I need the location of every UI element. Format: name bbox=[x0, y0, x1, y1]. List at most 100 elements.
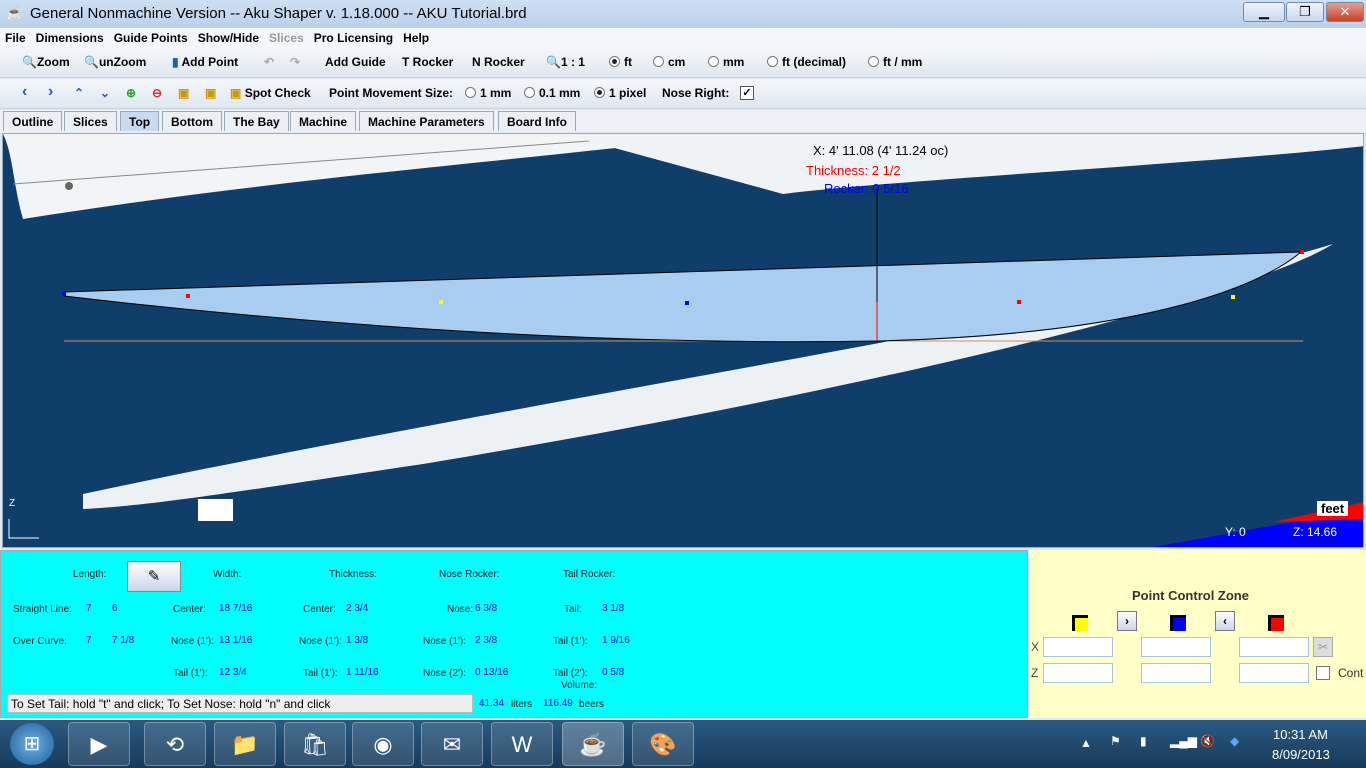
move-up-icon[interactable]: ⌃ bbox=[74, 86, 84, 100]
unit-ft-radio[interactable]: ft bbox=[609, 55, 632, 69]
scale-button[interactable]: 🔍1 : 1 bbox=[546, 55, 585, 69]
thickness-tail-value: 1 11/16 bbox=[346, 667, 379, 678]
thickness-tail-label: Tail (1'): bbox=[303, 668, 338, 679]
straight-line-ft: 7 bbox=[86, 603, 92, 614]
axis-indicator bbox=[8, 519, 39, 539]
explorer-icon[interactable]: 📁 bbox=[214, 722, 276, 766]
tab-board-info[interactable]: Board Info bbox=[498, 111, 576, 131]
move-down-icon[interactable]: ⌄ bbox=[100, 86, 110, 100]
unit-cm-radio[interactable]: cm bbox=[653, 55, 685, 69]
previous-point-button[interactable]: ‹ bbox=[1215, 611, 1235, 631]
width-label: Width: bbox=[213, 569, 242, 580]
spot-check-button[interactable]: ▣ Spot Check bbox=[230, 86, 311, 100]
axis-z-label: Z bbox=[9, 498, 16, 509]
store-icon[interactable]: 🛍 bbox=[284, 722, 346, 766]
pms-1mm-radio[interactable]: 1 mm bbox=[465, 86, 511, 100]
over-curve-label: Over Curve: bbox=[13, 636, 67, 647]
java-icon: ☕ bbox=[6, 5, 24, 21]
tail-rocker-2ft-value: 0 5/8 bbox=[602, 667, 625, 678]
unit-mm-radio[interactable]: mm bbox=[708, 55, 744, 69]
menu-help[interactable]: Help bbox=[398, 28, 434, 48]
move-left-icon[interactable]: ‹ bbox=[22, 83, 27, 101]
tab-machine-parameters[interactable]: Machine Parameters bbox=[359, 111, 494, 131]
nose-rocker-2ft-value: 0 13/16 bbox=[475, 667, 509, 678]
tab-outline[interactable]: Outline bbox=[3, 111, 63, 131]
add-point-button[interactable]: ▮ Add Point bbox=[172, 55, 238, 69]
fit-height-icon[interactable]: ▣ bbox=[205, 86, 216, 100]
word-icon[interactable]: W bbox=[491, 722, 553, 766]
fit-width-icon[interactable]: ▣ bbox=[178, 86, 189, 100]
menu-file[interactable]: File bbox=[0, 28, 31, 48]
menu-guide-points[interactable]: Guide Points bbox=[109, 28, 193, 48]
y-readout: Y: 0 bbox=[1225, 525, 1246, 539]
zoom-button[interactable]: 🔍Zoom bbox=[22, 55, 70, 69]
show-hidden-icons[interactable]: ▲ bbox=[1080, 736, 1092, 750]
blue-x-input[interactable] bbox=[1141, 637, 1211, 657]
paint-icon[interactable]: 🎨 bbox=[632, 722, 694, 766]
units-label: feet bbox=[1317, 501, 1349, 516]
menu-slices[interactable]: Slices bbox=[264, 28, 309, 48]
undo-button[interactable]: ↶ bbox=[264, 55, 274, 69]
tab-the-bay[interactable]: The Bay bbox=[224, 111, 289, 131]
nose-right-label: Nose Right: bbox=[662, 86, 730, 100]
unzoom-button[interactable]: 🔍unZoom bbox=[84, 55, 146, 69]
menu-show-hide[interactable]: Show/Hide bbox=[193, 28, 264, 48]
power-icon[interactable]: ▮ bbox=[1140, 734, 1147, 748]
background-board-rail bbox=[563, 134, 1363, 194]
over-curve-ft: 7 bbox=[86, 635, 92, 646]
minimize-button[interactable]: ▁ bbox=[1243, 2, 1285, 22]
restore-button[interactable]: ❐ bbox=[1286, 2, 1324, 22]
outlook-icon[interactable]: ✉ bbox=[421, 722, 483, 766]
menu-pro-licensing[interactable]: Pro Licensing bbox=[309, 28, 398, 48]
redo-button[interactable]: ↷ bbox=[290, 55, 300, 69]
red-x-input[interactable] bbox=[1239, 637, 1309, 657]
sync-icon[interactable]: ⟲ bbox=[144, 722, 206, 766]
nose-right-checkbox[interactable]: ✓ bbox=[740, 86, 754, 100]
yellow-x-input[interactable] bbox=[1043, 637, 1113, 657]
width-tail-label: Tail (1'): bbox=[173, 668, 208, 679]
add-guide-button[interactable]: Add Guide bbox=[325, 55, 386, 69]
taskbar: ⊞ ▶ ⟲ 📁 🛍 ◉ ✉ W ☕ 🎨 ▲ ⚑ ▮ ▂▄▆ 🔇 ◆ 10:31 … bbox=[0, 720, 1366, 768]
length-label: Length: bbox=[73, 569, 107, 580]
ruler-magnifier-icon: 🔍 bbox=[546, 55, 561, 69]
tab-top[interactable]: Top bbox=[120, 111, 160, 131]
beers-label: beers bbox=[579, 699, 605, 710]
volume-liters-value: 41.34 bbox=[479, 698, 505, 709]
zoom-in-icon[interactable]: ⊕ bbox=[126, 86, 136, 100]
clock-time[interactable]: 10:31 AM bbox=[1273, 727, 1328, 742]
yellow-z-input[interactable] bbox=[1043, 663, 1113, 683]
action-center-icon[interactable]: ⚑ bbox=[1110, 734, 1121, 748]
tab-bottom[interactable]: Bottom bbox=[162, 111, 222, 131]
tail-rocker-2ft-label: Tail (2'): bbox=[553, 668, 588, 679]
red-z-input[interactable] bbox=[1239, 663, 1309, 683]
pms-1pixel-radio[interactable]: 1 pixel bbox=[594, 86, 646, 100]
volume-muted-icon[interactable]: 🔇 bbox=[1200, 734, 1215, 748]
media-player-icon[interactable]: ▶ bbox=[68, 722, 130, 766]
tab-machine[interactable]: Machine bbox=[290, 111, 357, 131]
n-rocker-button[interactable]: N Rocker bbox=[472, 55, 525, 69]
unit-ft-mm-radio[interactable]: ft / mm bbox=[868, 55, 922, 69]
add-point-icon: ▮ bbox=[172, 55, 179, 69]
tail-rocker-label: Tail Rocker: bbox=[563, 569, 616, 580]
clock-date[interactable]: 8/09/2013 bbox=[1272, 747, 1330, 762]
zoom-out-icon[interactable]: ⊖ bbox=[152, 86, 162, 100]
next-point-button[interactable]: › bbox=[1117, 611, 1137, 631]
t-rocker-button[interactable]: T Rocker bbox=[402, 55, 453, 69]
edit-length-button[interactable]: ✎ bbox=[127, 561, 181, 592]
close-button[interactable]: ✕ bbox=[1326, 2, 1364, 22]
chrome-icon[interactable]: ◉ bbox=[352, 722, 414, 766]
network-icon[interactable]: ▂▄▆ bbox=[1170, 734, 1197, 748]
volume-label: Volume: bbox=[561, 680, 598, 691]
unit-ft-decimal-radio[interactable]: ft (decimal) bbox=[767, 55, 846, 69]
start-button[interactable]: ⊞ bbox=[10, 723, 54, 765]
java-app-icon[interactable]: ☕ bbox=[562, 722, 624, 766]
scissors-icon[interactable]: ✂ bbox=[1313, 637, 1333, 657]
cont-checkbox[interactable] bbox=[1316, 666, 1330, 680]
dropbox-icon[interactable]: ◆ bbox=[1230, 734, 1239, 748]
move-right-icon[interactable]: › bbox=[48, 83, 53, 101]
blue-z-input[interactable] bbox=[1141, 663, 1211, 683]
tab-slices[interactable]: Slices bbox=[64, 111, 117, 131]
pms-0.1mm-radio[interactable]: 0.1 mm bbox=[524, 86, 580, 100]
board-canvas[interactable]: X: 4' 11.08 (4' 11.24 oc) Thickness: 2 1… bbox=[2, 133, 1364, 548]
menu-dimensions[interactable]: Dimensions bbox=[31, 28, 109, 48]
